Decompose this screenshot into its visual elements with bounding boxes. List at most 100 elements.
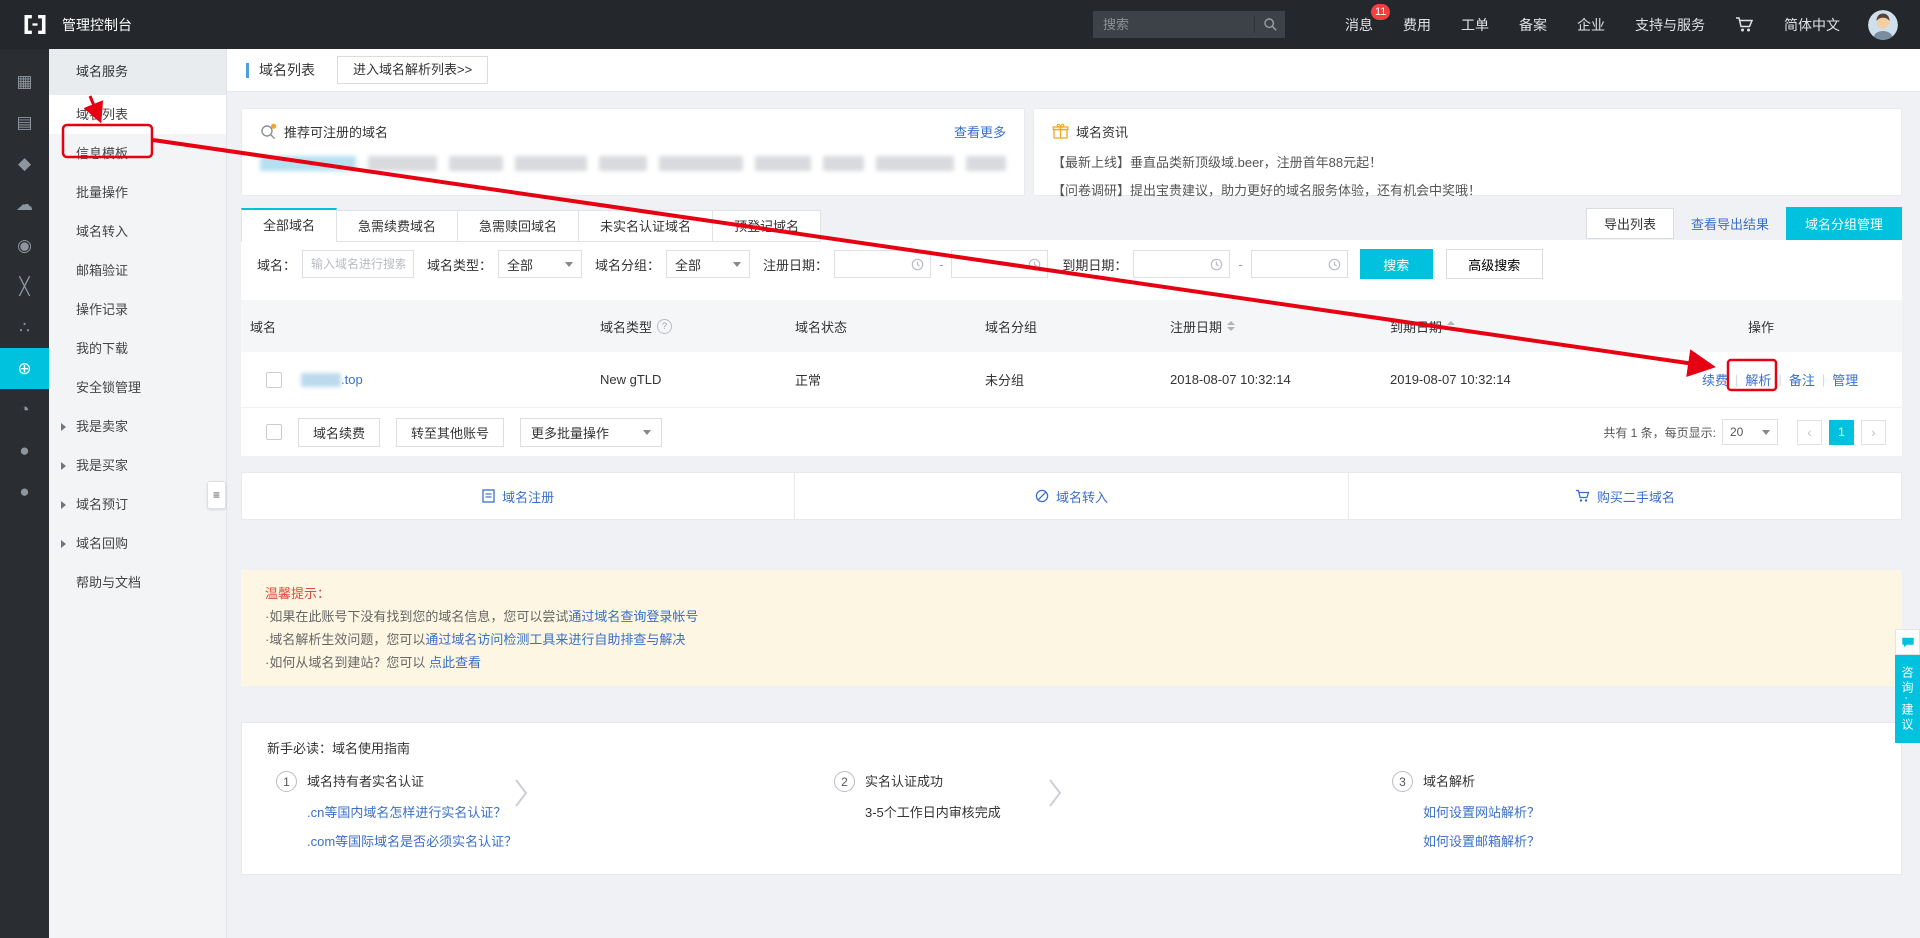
- tab-all-domains[interactable]: 全部域名: [241, 208, 337, 242]
- sidebar-item-security-lock[interactable]: 安全锁管理: [49, 368, 226, 407]
- sidebar-item-downloads[interactable]: 我的下载: [49, 329, 226, 368]
- sidebar-item-domain-list[interactable]: 域名列表: [49, 95, 226, 134]
- news-item[interactable]: 【最新上线】垂直品类新顶级域.beer，注册首年88元起！: [1052, 153, 1883, 172]
- server-icon[interactable]: ▤: [0, 102, 49, 143]
- consult-suggest-tab[interactable]: 咨询·建议: [1895, 655, 1920, 743]
- sidebar-item-buyback[interactable]: 域名回购: [49, 524, 226, 563]
- step-title: 域名持有者实名认证: [307, 771, 517, 792]
- topbar-language[interactable]: 简体中文: [1784, 15, 1840, 35]
- blurred-domain[interactable]: [659, 156, 743, 171]
- sort-icon[interactable]: [1227, 321, 1235, 331]
- news-item[interactable]: 【问卷调研】提出宝贵建议，助力更好的域名服务体验，还有机会中奖哦！: [1052, 181, 1883, 200]
- sidebar-item-op-records[interactable]: 操作记录: [49, 290, 226, 329]
- blurred-domain[interactable]: [823, 156, 865, 171]
- manage-link[interactable]: 管理: [1832, 370, 1858, 389]
- type-filter-select[interactable]: 全部: [498, 250, 582, 278]
- reg-date-end-input[interactable]: [951, 250, 1048, 278]
- topbar-messages[interactable]: 消息 11: [1345, 15, 1373, 35]
- topbar-billing[interactable]: 费用: [1403, 15, 1431, 35]
- page-size-select[interactable]: 20: [1722, 419, 1778, 445]
- exp-date-end-input[interactable]: [1251, 250, 1348, 278]
- advanced-search-button[interactable]: 高级搜索: [1446, 249, 1543, 279]
- blurred-domain[interactable]: [755, 156, 811, 171]
- prev-page-button[interactable]: ‹: [1797, 420, 1822, 445]
- sidebar-collapse-handle[interactable]: ≡: [207, 481, 226, 509]
- next-page-button[interactable]: ›: [1861, 420, 1886, 445]
- search-icon[interactable]: [1254, 16, 1285, 33]
- view-more-link[interactable]: 查看更多: [954, 122, 1006, 141]
- sort-icon[interactable]: [1447, 321, 1455, 331]
- select-all-checkbox[interactable]: [266, 424, 282, 440]
- row-checkbox[interactable]: [266, 372, 282, 388]
- sidebar-item-batch-ops[interactable]: 批量操作: [49, 173, 226, 212]
- cloud-icon[interactable]: ☁: [0, 184, 49, 225]
- resolve-link[interactable]: 解析: [1745, 370, 1771, 389]
- dot-icon[interactable]: ●: [0, 430, 49, 471]
- chat-bubble-icon[interactable]: [1895, 629, 1920, 655]
- guide-link-email-dns[interactable]: 如何设置邮箱解析？: [1423, 831, 1540, 850]
- tips-link-diagnose-tool[interactable]: 通过域名访问检测工具来进行自助排查与解决: [425, 632, 685, 647]
- guide-link-com-realname[interactable]: .com等国际域名是否必须实名认证？: [307, 831, 517, 850]
- apps-grid-icon[interactable]: ▦: [0, 61, 49, 102]
- transfer-in-link[interactable]: 域名转入: [794, 473, 1347, 519]
- blurred-domain[interactable]: [599, 156, 647, 171]
- domain-link[interactable]: .top: [341, 372, 363, 387]
- view-export-result-link[interactable]: 查看导出结果: [1691, 214, 1769, 233]
- sidebar-item-buyer[interactable]: 我是买家: [49, 446, 226, 485]
- clock-icon[interactable]: ◔: [0, 389, 49, 430]
- batch-renew-button[interactable]: 域名续费: [298, 418, 380, 447]
- topbar-search-input[interactable]: [1093, 17, 1254, 32]
- reg-date-start-input[interactable]: [834, 250, 931, 278]
- sidebar-item-info-template[interactable]: 信息模板: [49, 134, 226, 173]
- enter-dns-list-button[interactable]: 进入域名解析列表>>: [337, 56, 488, 84]
- domain-filter-input[interactable]: [302, 250, 414, 278]
- blurred-domain[interactable]: [876, 156, 954, 171]
- page-size-value: 20: [1730, 425, 1743, 439]
- security-icon[interactable]: ◆: [0, 143, 49, 184]
- aliyun-logo-icon[interactable]: [22, 14, 48, 35]
- domain-globe-icon[interactable]: ⊕: [0, 348, 49, 389]
- tab-renew-urgent[interactable]: 急需续费域名: [337, 210, 458, 242]
- search-button[interactable]: 搜索: [1360, 249, 1433, 279]
- tips-link-view-here[interactable]: 点此查看: [429, 655, 481, 670]
- blurred-domain[interactable]: [449, 156, 503, 171]
- topbar-tickets[interactable]: 工单: [1461, 15, 1489, 35]
- guide-link-website-dns[interactable]: 如何设置网站解析？: [1423, 802, 1540, 821]
- topbar-icp[interactable]: 备案: [1519, 15, 1547, 35]
- blurred-domain[interactable]: [966, 156, 1006, 171]
- cross-icon[interactable]: ╳: [0, 266, 49, 307]
- storage-icon[interactable]: ◉: [0, 225, 49, 266]
- help-circle-icon[interactable]: ?: [657, 319, 672, 334]
- topbar-search[interactable]: [1093, 11, 1285, 38]
- tips-link-query-account[interactable]: 通过域名查询登录帐号: [568, 609, 698, 624]
- topbar-enterprise[interactable]: 企业: [1577, 15, 1605, 35]
- dot-icon[interactable]: ●: [0, 471, 49, 512]
- exp-date-start-input[interactable]: [1133, 250, 1230, 278]
- topbar-support[interactable]: 支持与服务: [1635, 15, 1705, 35]
- cart-icon[interactable]: [1735, 16, 1754, 33]
- group-manage-button[interactable]: 域名分组管理: [1786, 207, 1902, 240]
- sidebar-item-help-docs[interactable]: 帮助与文档: [49, 563, 226, 602]
- blurred-domain[interactable]: [515, 156, 587, 171]
- blurred-domain[interactable]: [368, 156, 438, 171]
- tab-preregister[interactable]: 预登记域名: [713, 210, 821, 242]
- buy-secondhand-link[interactable]: 购买二手域名: [1348, 473, 1901, 519]
- avatar[interactable]: [1868, 10, 1898, 40]
- network-nodes-icon[interactable]: ∴: [0, 307, 49, 348]
- sidebar-item-transfer-in[interactable]: 域名转入: [49, 212, 226, 251]
- more-batch-ops-select[interactable]: 更多批量操作: [520, 418, 662, 447]
- sidebar-item-email-verify[interactable]: 邮箱验证: [49, 251, 226, 290]
- current-page-button[interactable]: 1: [1829, 420, 1854, 445]
- blurred-domain[interactable]: [260, 156, 356, 171]
- sidebar-item-seller[interactable]: 我是卖家: [49, 407, 226, 446]
- sidebar-item-prebook[interactable]: 域名预订: [49, 485, 226, 524]
- tab-unverified[interactable]: 未实名认证域名: [579, 210, 713, 242]
- export-list-button[interactable]: 导出列表: [1586, 208, 1674, 239]
- tab-redeem-urgent[interactable]: 急需赎回域名: [458, 210, 579, 242]
- group-filter-select[interactable]: 全部: [666, 250, 750, 278]
- register-domain-link[interactable]: 域名注册: [242, 473, 794, 519]
- remark-link[interactable]: 备注: [1789, 370, 1815, 389]
- guide-link-cn-realname[interactable]: .cn等国内域名怎样进行实名认证？: [307, 802, 517, 821]
- renew-link[interactable]: 续费: [1702, 370, 1728, 389]
- batch-transfer-button[interactable]: 转至其他账号: [396, 418, 504, 447]
